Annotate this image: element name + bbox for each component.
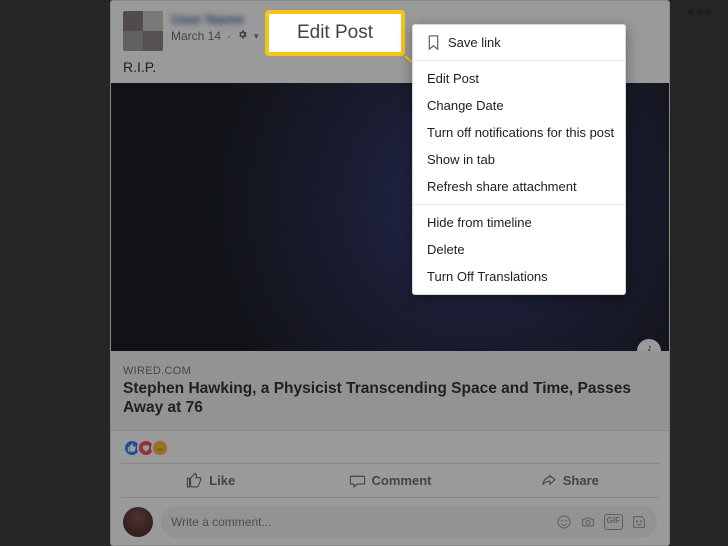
post-date[interactable]: March 14 <box>171 29 221 43</box>
menu-separator <box>413 204 625 205</box>
comment-label: Comment <box>372 473 432 488</box>
action-bar: Like Comment Share <box>121 463 659 498</box>
menu-change-date[interactable]: Change Date <box>413 92 625 119</box>
annotation-callout: Edit Post <box>265 10 405 56</box>
menu-save-link[interactable]: Save link <box>413 29 625 56</box>
link-preview[interactable]: WIRED.COM Stephen Hawking, a Physicist T… <box>111 351 669 431</box>
menu-turn-off-notifications[interactable]: Turn off notifications for this post <box>413 119 625 146</box>
menu-label: Delete <box>427 242 465 257</box>
gif-icon[interactable]: GIF <box>604 514 623 530</box>
gear-icon[interactable] <box>237 29 248 43</box>
callout-label: Edit Post <box>297 22 373 44</box>
bookmark-icon <box>427 35 440 50</box>
sticker-icon[interactable] <box>631 514 647 530</box>
menu-label: Turn Off Translations <box>427 269 548 284</box>
like-label: Like <box>209 473 235 488</box>
reactions-bar[interactable] <box>111 431 669 463</box>
comment-input[interactable] <box>171 515 556 529</box>
menu-label: Change Date <box>427 98 504 113</box>
menu-hide-from-timeline[interactable]: Hide from timeline <box>413 209 625 236</box>
menu-label: Show in tab <box>427 152 495 167</box>
comment-input-icons: GIF <box>556 514 647 530</box>
camera-icon[interactable] <box>580 514 596 530</box>
comment-input-wrap[interactable]: GIF <box>161 506 657 538</box>
post-options-button[interactable]: ••• <box>687 8 714 18</box>
menu-separator <box>413 60 625 61</box>
comment-row: GIF <box>111 498 669 546</box>
menu-label: Edit Post <box>427 71 479 86</box>
sad-reaction-icon <box>151 439 169 457</box>
share-label: Share <box>563 473 599 488</box>
smiley-icon[interactable] <box>556 514 572 530</box>
chevron-down-icon[interactable]: ▾ <box>254 31 259 42</box>
avatar[interactable] <box>123 11 163 51</box>
share-button[interactable]: Share <box>480 464 659 497</box>
menu-refresh-attachment[interactable]: Refresh share attachment <box>413 173 625 200</box>
avatar[interactable] <box>123 507 153 537</box>
menu-label: Turn off notifications for this post <box>427 125 614 140</box>
comment-button[interactable]: Comment <box>300 464 479 497</box>
menu-save-link-label: Save link <box>448 35 501 50</box>
link-title: Stephen Hawking, a Physicist Transcendin… <box>123 379 657 418</box>
menu-delete[interactable]: Delete <box>413 236 625 263</box>
info-icon[interactable]: i <box>637 339 661 351</box>
menu-turn-off-translations[interactable]: Turn Off Translations <box>413 263 625 290</box>
menu-show-in-tab[interactable]: Show in tab <box>413 146 625 173</box>
menu-edit-post[interactable]: Edit Post <box>413 65 625 92</box>
menu-label: Refresh share attachment <box>427 179 577 194</box>
username[interactable]: User Name <box>171 11 259 27</box>
link-source: WIRED.COM <box>123 365 657 377</box>
like-button[interactable]: Like <box>121 464 300 497</box>
post-options-menu: Save link Edit Post Change Date Turn off… <box>412 24 626 295</box>
header-meta: User Name March 14 · ▾ <box>171 11 259 43</box>
menu-label: Hide from timeline <box>427 215 532 230</box>
